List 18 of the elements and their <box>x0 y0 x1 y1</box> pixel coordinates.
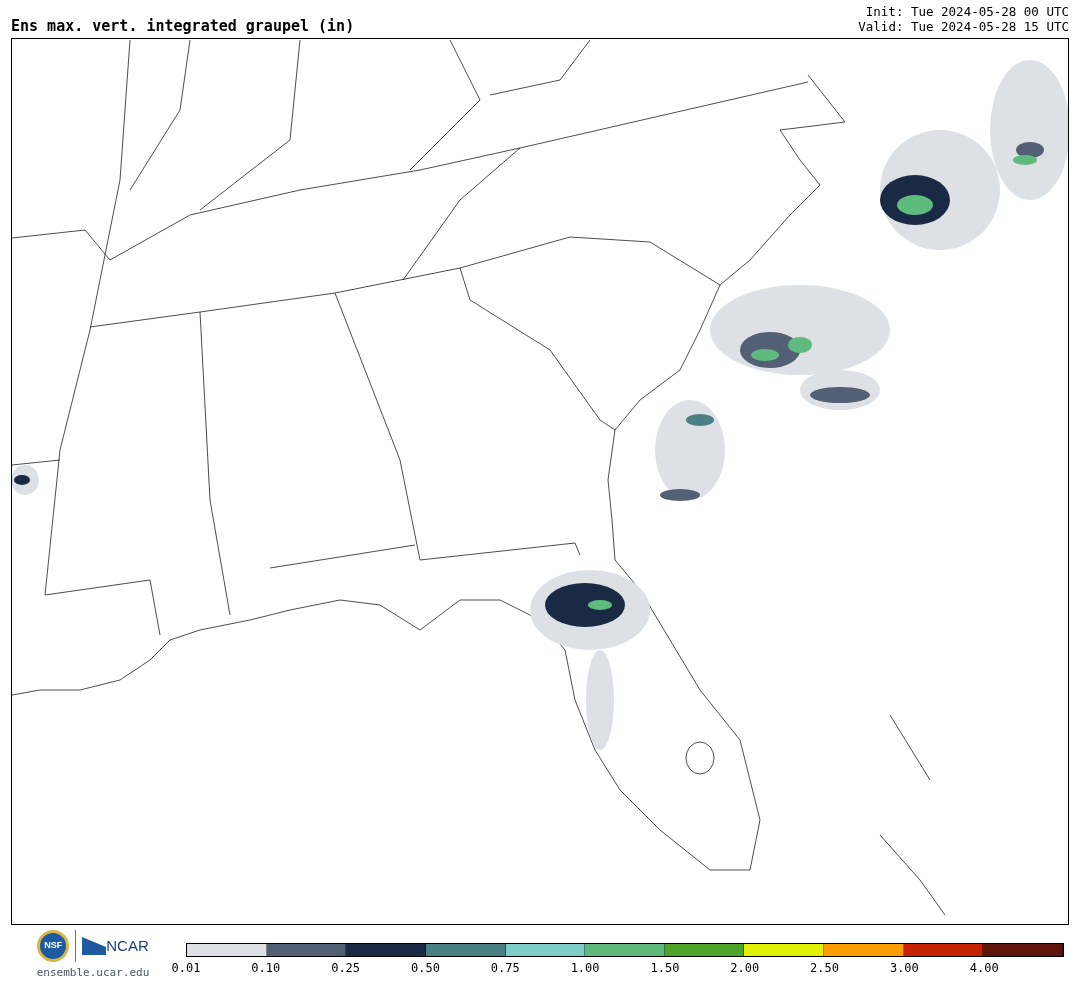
colorbar-label: 2.50 <box>810 960 839 977</box>
init-time: Init: Tue 2024-05-28 00 UTC <box>865 4 1069 19</box>
chart-title: Ens max. vert. integrated graupel (in) <box>11 19 355 34</box>
nsf-logo: NSF <box>37 930 70 962</box>
ncar-swoosh-icon <box>82 937 107 955</box>
colorbar-label: 1.50 <box>650 960 680 977</box>
colorbar-label: 0.50 <box>411 960 440 977</box>
colorbar-label: 4.00 <box>969 960 999 977</box>
colorbar-label: 0.75 <box>490 960 520 977</box>
ncar-logo: NCAR <box>106 935 149 956</box>
colorbar-label: 0.25 <box>331 960 361 977</box>
colorbar-label: 2.00 <box>730 960 760 977</box>
colorbar-label: 3.00 <box>889 960 919 977</box>
colorbar-label: 0.10 <box>251 960 281 977</box>
valid-time: Valid: Tue 2024-05-28 15 UTC <box>858 19 1069 34</box>
website-url: ensemble.ucar.edu <box>36 965 150 981</box>
colorbar-label: 1.00 <box>570 960 600 977</box>
colorbar-label: 0.01 <box>171 960 201 977</box>
